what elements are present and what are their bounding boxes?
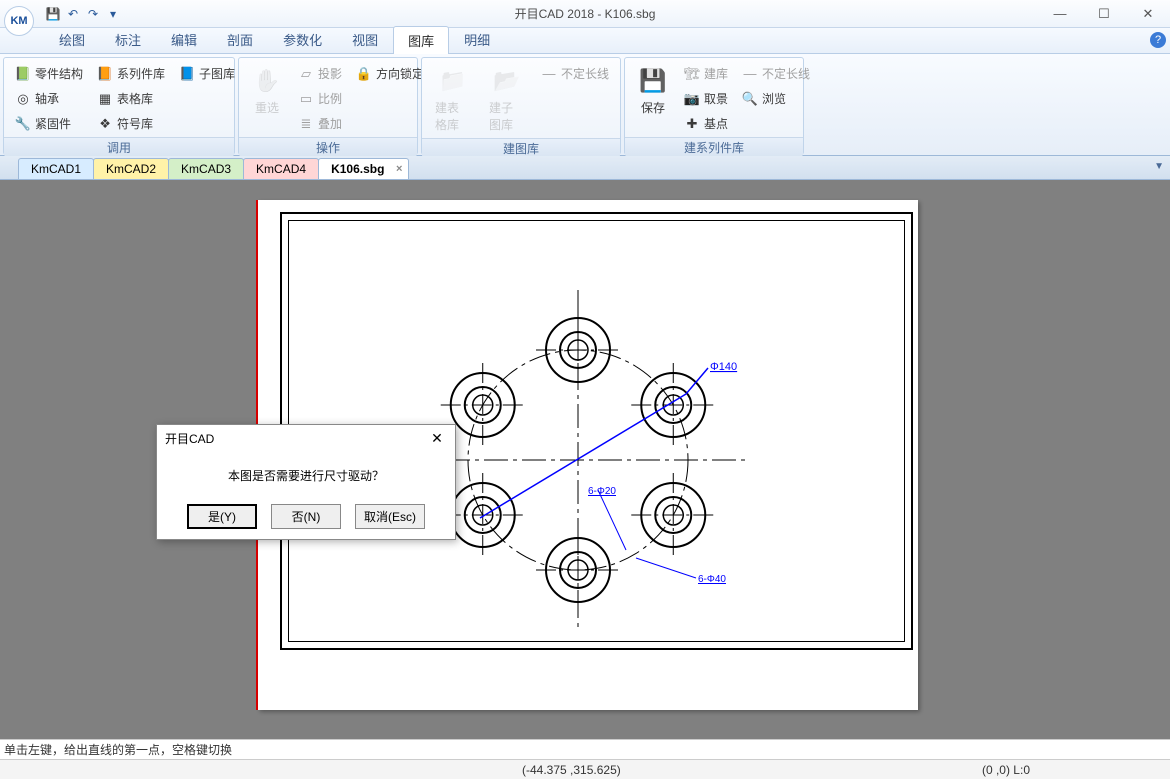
menu-library[interactable]: 图库: [393, 26, 449, 54]
doc-tab[interactable]: KmCAD1: [18, 158, 94, 179]
menu-detail[interactable]: 明细: [449, 25, 505, 53]
quick-access-toolbar: 💾 ↶ ↷ ▾: [44, 5, 122, 23]
tabs-dropdown-icon[interactable]: ▼: [1154, 161, 1164, 172]
qat-undo-icon[interactable]: ↶: [64, 5, 82, 23]
qat-dropdown-icon[interactable]: ▾: [104, 5, 122, 23]
btn-scale: ▭比例: [293, 87, 429, 110]
close-button[interactable]: ✕: [1126, 0, 1170, 28]
folder-icon: 📁: [437, 65, 469, 97]
btn-fastener[interactable]: 🔧紧固件: [10, 112, 88, 135]
command-line[interactable]: 单击左键，给出直线的第一点，空格键切换: [0, 739, 1170, 759]
doc-tab[interactable]: KmCAD4: [243, 158, 319, 179]
dialog-titlebar[interactable]: 开目CAD ✕: [157, 425, 455, 451]
camera-icon: 📷: [684, 91, 700, 107]
cross-icon: ✚: [684, 116, 700, 132]
status-ortho: (0 ,0) L:0: [982, 763, 1030, 777]
menu-draw[interactable]: 绘图: [44, 25, 100, 53]
group-label: 建系列件库: [625, 137, 803, 157]
btn-browse[interactable]: 🔍浏览: [737, 87, 791, 110]
menu-section[interactable]: 剖面: [212, 25, 268, 53]
doc-tab[interactable]: KmCAD2: [93, 158, 169, 179]
btn-build-lib: 🏗建库: [679, 62, 733, 85]
ribbon: 📗零件结构 ◎轴承 🔧紧固件 📙系列件库 ▦表格库 ❖符号库 📘子图库 调用 ✋…: [0, 54, 1170, 156]
bearing-icon: ◎: [15, 91, 31, 107]
window-title: 开目CAD 2018 - K106.sbg: [0, 5, 1170, 22]
btn-series-lib[interactable]: 📙系列件库: [92, 62, 170, 85]
dialog-title: 开目CAD: [165, 430, 214, 447]
status-bar: (-44.375 ,315.625) (0 ,0) L:0: [0, 759, 1170, 779]
line-icon: —: [541, 66, 557, 82]
book-blue-icon: 📘: [179, 66, 195, 82]
menu-bar: 绘图 标注 编辑 剖面 参数化 视图 图库 明细 ?: [0, 28, 1170, 54]
btn-overlay: ≣叠加: [293, 112, 429, 135]
search-icon: 🔍: [742, 91, 758, 107]
doc-tab-active[interactable]: K106.sbg×: [318, 158, 409, 179]
svg-text:6-Φ20: 6-Φ20: [588, 486, 616, 497]
btn-symbol-lib[interactable]: ❖符号库: [92, 112, 170, 135]
ribbon-group-operate: ✋重选 ▱投影 🔒方向锁定 ▭比例 ≣叠加 操作: [238, 57, 418, 155]
lock-icon: 🔒: [356, 66, 372, 82]
group-label: 操作: [239, 137, 417, 157]
group-label: 调用: [4, 137, 234, 157]
help-icon[interactable]: ?: [1150, 32, 1166, 48]
qat-save-icon[interactable]: 💾: [44, 5, 62, 23]
menu-parametric[interactable]: 参数化: [268, 25, 337, 53]
table-icon: ▦: [97, 91, 113, 107]
canvas-area[interactable]: Φ140 6-Φ20 6-Φ40 开目CAD ✕ 本图是否需要进行尺寸驱动？ 是…: [0, 180, 1170, 739]
dialog-cancel-button[interactable]: 取消(Esc): [355, 504, 425, 529]
dialog-close-icon[interactable]: ✕: [427, 428, 447, 448]
btn-basepoint[interactable]: ✚基点: [679, 112, 815, 135]
btn-save[interactable]: 💾保存: [631, 62, 675, 119]
ribbon-group-call: 📗零件结构 ◎轴承 🔧紧固件 📙系列件库 ▦表格库 ❖符号库 📘子图库 调用: [3, 57, 235, 155]
btn-build-table-lib: 📁建表格库: [428, 62, 478, 136]
hand-icon: ✋: [251, 65, 283, 97]
line-icon: —: [742, 66, 758, 82]
wrench-icon: 🔧: [15, 116, 31, 132]
group-label: 建图库: [422, 138, 620, 158]
book-orange-icon: 📙: [97, 66, 113, 82]
symbol-icon: ❖: [97, 116, 113, 132]
ribbon-group-series: 💾保存 🏗建库 —不定长线 📷取景 🔍浏览 ✚基点 建系列件库: [624, 57, 804, 155]
overlay-icon: ≣: [298, 116, 314, 132]
btn-reselect: ✋重选: [245, 62, 289, 119]
btn-capture[interactable]: 📷取景: [679, 87, 733, 110]
save-icon: 💾: [637, 65, 669, 97]
tab-close-icon[interactable]: ×: [396, 163, 402, 175]
doc-tab[interactable]: KmCAD3: [168, 158, 244, 179]
window-buttons: — ☐ ✕: [1038, 0, 1170, 28]
dialog-message: 本图是否需要进行尺寸驱动？: [167, 467, 445, 484]
btn-indef-line-2: —不定长线: [737, 62, 815, 85]
btn-part-structure[interactable]: 📗零件结构: [10, 62, 88, 85]
menu-edit[interactable]: 编辑: [156, 25, 212, 53]
btn-build-subgraph-lib: 📂建子图库: [482, 62, 532, 136]
maximize-button[interactable]: ☐: [1082, 0, 1126, 28]
folder-open-icon: 📂: [491, 65, 523, 97]
scale-icon: ▭: [298, 91, 314, 107]
confirm-dialog: 开目CAD ✕ 本图是否需要进行尺寸驱动？ 是(Y) 否(N) 取消(Esc): [156, 424, 456, 540]
dialog-yes-button[interactable]: 是(Y): [187, 504, 257, 529]
btn-bearing[interactable]: ◎轴承: [10, 87, 88, 110]
btn-direction-lock[interactable]: 🔒方向锁定: [351, 62, 429, 85]
ribbon-group-buildlib: 📁建表格库 📂建子图库 —不定长线 建图库: [421, 57, 621, 155]
btn-projection: ▱投影: [293, 62, 347, 85]
status-coordinates: (-44.375 ,315.625): [522, 763, 621, 777]
document-tabs: KmCAD1 KmCAD2 KmCAD3 KmCAD4 K106.sbg× ▼: [0, 156, 1170, 180]
dialog-no-button[interactable]: 否(N): [271, 504, 341, 529]
title-bar: KM 💾 ↶ ↷ ▾ 开目CAD 2018 - K106.sbg — ☐ ✕: [0, 0, 1170, 28]
menu-view[interactable]: 视图: [337, 25, 393, 53]
btn-table-lib[interactable]: ▦表格库: [92, 87, 170, 110]
app-icon[interactable]: KM: [4, 6, 34, 36]
svg-text:6-Φ40: 6-Φ40: [698, 574, 726, 585]
projection-icon: ▱: [298, 66, 314, 82]
book-green-icon: 📗: [15, 66, 31, 82]
btn-indef-line-1: —不定长线: [536, 62, 614, 85]
menu-annotate[interactable]: 标注: [100, 25, 156, 53]
btn-subgraph-lib[interactable]: 📘子图库: [174, 62, 240, 85]
svg-text:Φ140: Φ140: [710, 361, 737, 373]
qat-redo-icon[interactable]: ↷: [84, 5, 102, 23]
build-icon: 🏗: [684, 66, 700, 82]
minimize-button[interactable]: —: [1038, 0, 1082, 28]
